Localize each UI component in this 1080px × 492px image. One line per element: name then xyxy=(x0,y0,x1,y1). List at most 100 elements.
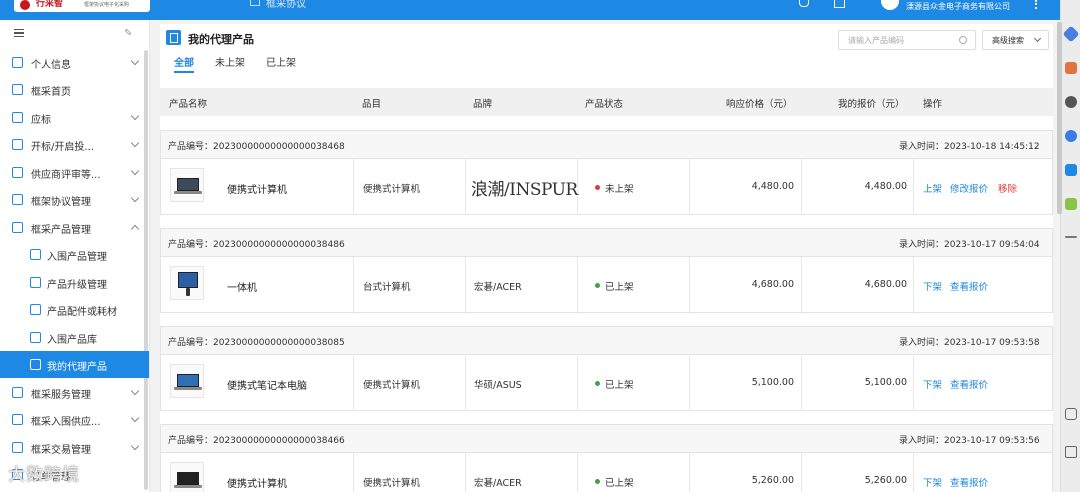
edit-price-button[interactable]: 修改报价 xyxy=(950,181,988,195)
column-header: 产品状态 xyxy=(585,99,624,110)
nav-title[interactable]: 框采协议 xyxy=(266,0,306,10)
extension-chat-icon[interactable] xyxy=(1065,130,1077,142)
cell-divider xyxy=(690,453,802,492)
laptop-icon[interactable] xyxy=(170,168,204,202)
sidebar-item-label: 框采交易管理 xyxy=(31,445,91,456)
home-icon xyxy=(12,84,23,95)
extension-diamond-icon[interactable] xyxy=(1062,25,1080,43)
sidebar-item-supplier-review[interactable]: 供应商评审等... xyxy=(0,159,149,186)
sidebar-item-shortlisted-products[interactable]: 入围产品管理 xyxy=(0,241,149,268)
main-scrollbar[interactable] xyxy=(1057,22,1062,214)
laptop-icon[interactable] xyxy=(170,364,204,398)
product-category: 便携式计算机 xyxy=(363,478,421,489)
menu-toggle-icon[interactable] xyxy=(14,29,24,37)
extension-gear-icon[interactable] xyxy=(1065,164,1077,176)
sidebar: ✎ 个人信息 框采首页 应标 开标/开启投... 供应商评审等... 框架协议管… xyxy=(0,20,150,492)
sidebar-item-my-agent-products[interactable]: 我的代理产品 xyxy=(0,351,149,378)
row-header: 产品编号：20230000000000000038468 录入时间：2023-1… xyxy=(161,131,1052,159)
shortlist-icon xyxy=(30,249,41,260)
nav-module-icon xyxy=(250,0,260,6)
view-price-button[interactable]: 查看报价 xyxy=(950,279,988,293)
company-name[interactable]: 溧源县众金电子商务有限公司 xyxy=(906,1,1010,12)
extension-flag-icon[interactable] xyxy=(1065,198,1077,210)
extension-minus-icon[interactable] xyxy=(1065,236,1077,238)
response-price: 5,260.00 xyxy=(751,475,794,486)
logo-subtitle: 框架协议电子化采购 xyxy=(84,2,130,8)
extension-window-icon[interactable] xyxy=(1065,446,1077,458)
sidebar-item-home[interactable]: 框采首页 xyxy=(0,76,149,103)
laptop-icon[interactable] xyxy=(170,462,204,492)
active-tab-indicator xyxy=(174,71,194,73)
product-name[interactable]: 便携式计算机 xyxy=(227,475,287,490)
remove-button[interactable]: 移除 xyxy=(998,181,1017,195)
extension-user-icon[interactable] xyxy=(1065,96,1077,108)
sidebar-item-product-library[interactable]: 入围产品库 xyxy=(0,324,149,351)
more-vertical-icon[interactable] xyxy=(1035,0,1038,9)
status-badge: 已上架 xyxy=(605,380,634,391)
sidebar-item-product-upgrade[interactable]: 产品升级管理 xyxy=(0,269,149,296)
product-name[interactable]: 一体机 xyxy=(227,279,257,294)
chevron-up-icon xyxy=(130,224,140,234)
column-header: 我的报价（元） xyxy=(838,99,905,110)
status-badge: 未上架 xyxy=(605,184,634,195)
view-price-button[interactable]: 查看报价 xyxy=(950,377,988,391)
entry-time: 录入时间：2023-10-18 14:45:12 xyxy=(899,142,1040,152)
entry-time: 录入时间：2023-10-17 09:53:56 xyxy=(899,436,1040,446)
avatar[interactable] xyxy=(881,0,899,10)
chevron-down-icon xyxy=(130,193,140,203)
all-in-one-pc-icon[interactable] xyxy=(170,266,204,300)
chevron-down-icon xyxy=(130,111,140,121)
chevron-down-icon xyxy=(130,386,140,396)
sidebar-item-service-management[interactable]: 框采服务管理 xyxy=(0,379,149,406)
sidebar-item-label: 框采服务管理 xyxy=(31,390,91,401)
chevron-down-icon xyxy=(130,413,140,423)
search-icon[interactable] xyxy=(959,36,967,44)
agreement-icon xyxy=(12,194,23,205)
product-category: 便携式计算机 xyxy=(363,380,421,391)
sidebar-item-product-management[interactable]: 框采产品管理 xyxy=(0,214,149,241)
list-button[interactable]: 上架 xyxy=(923,181,942,195)
sidebar-item-bid-opening[interactable]: 开标/开启投... xyxy=(0,131,149,158)
tab-all[interactable]: 全部 xyxy=(174,54,194,69)
sidebar-item-agreement-management[interactable]: 框架协议管理 xyxy=(0,186,149,213)
delist-button[interactable]: 下架 xyxy=(923,475,942,489)
sidebar-item-label: 应标 xyxy=(31,115,51,126)
sidebar-item-accessories[interactable]: 产品配件或耗材 xyxy=(0,296,149,323)
sidebar-item-label: 框架协议管理 xyxy=(31,197,91,208)
agent-user-icon xyxy=(30,359,41,370)
extension-capture-icon[interactable] xyxy=(1065,408,1077,420)
sidebar-item-shortlisted-suppliers[interactable]: 框采入围供应... xyxy=(0,406,149,433)
delist-button[interactable]: 下架 xyxy=(923,279,942,293)
sidebar-item-personal-info[interactable]: 个人信息 xyxy=(0,49,149,76)
row-header: 产品编号：20230000000000000038466 录入时间：2023-1… xyxy=(161,425,1052,453)
bid-opening-icon xyxy=(12,139,23,150)
review-icon xyxy=(12,167,23,178)
product-name[interactable]: 便携式计算机 xyxy=(227,181,287,196)
status-dot-icon xyxy=(595,479,600,484)
view-price-button[interactable]: 查看报价 xyxy=(950,475,988,489)
status-badge: 已上架 xyxy=(605,478,634,489)
product-name[interactable]: 便携式笔记本电脑 xyxy=(227,377,307,392)
pin-icon[interactable]: ✎ xyxy=(124,28,132,39)
sidebar-item-label: 产品升级管理 xyxy=(47,280,107,291)
sidebar-item-label: 开标/开启投... xyxy=(31,142,94,153)
bell-icon[interactable] xyxy=(799,0,809,7)
logo-name: 行采智 xyxy=(36,0,64,9)
row-header: 产品编号：20230000000000000038085 录入时间：2023-1… xyxy=(161,327,1052,355)
search-input[interactable]: 请输入产品编码 xyxy=(838,30,976,50)
accessory-icon xyxy=(30,304,41,315)
status-badge: 已上架 xyxy=(605,282,634,293)
sidebar-item-bid[interactable]: 应标 xyxy=(0,104,149,131)
product-brand: 华硕/ASUS xyxy=(474,380,522,391)
sidebar-item-transaction-management[interactable]: 框采交易管理 xyxy=(0,434,149,461)
tab-unlisted[interactable]: 未上架 xyxy=(215,54,245,69)
extension-shop-icon[interactable] xyxy=(1065,62,1077,74)
bid-icon xyxy=(12,112,23,123)
product-panel: 我的代理产品 请输入产品编码 高级搜索 全部 未上架 已上架 产品名称 品目 品… xyxy=(160,24,1053,492)
logo-mark-icon xyxy=(20,0,30,10)
todo-check-icon[interactable] xyxy=(834,0,845,8)
tab-listed[interactable]: 已上架 xyxy=(266,54,296,69)
advanced-search-button[interactable]: 高级搜索 xyxy=(982,30,1049,50)
logo[interactable]: 行采智 框架协议电子化采购 xyxy=(14,0,150,12)
delist-button[interactable]: 下架 xyxy=(923,377,942,391)
